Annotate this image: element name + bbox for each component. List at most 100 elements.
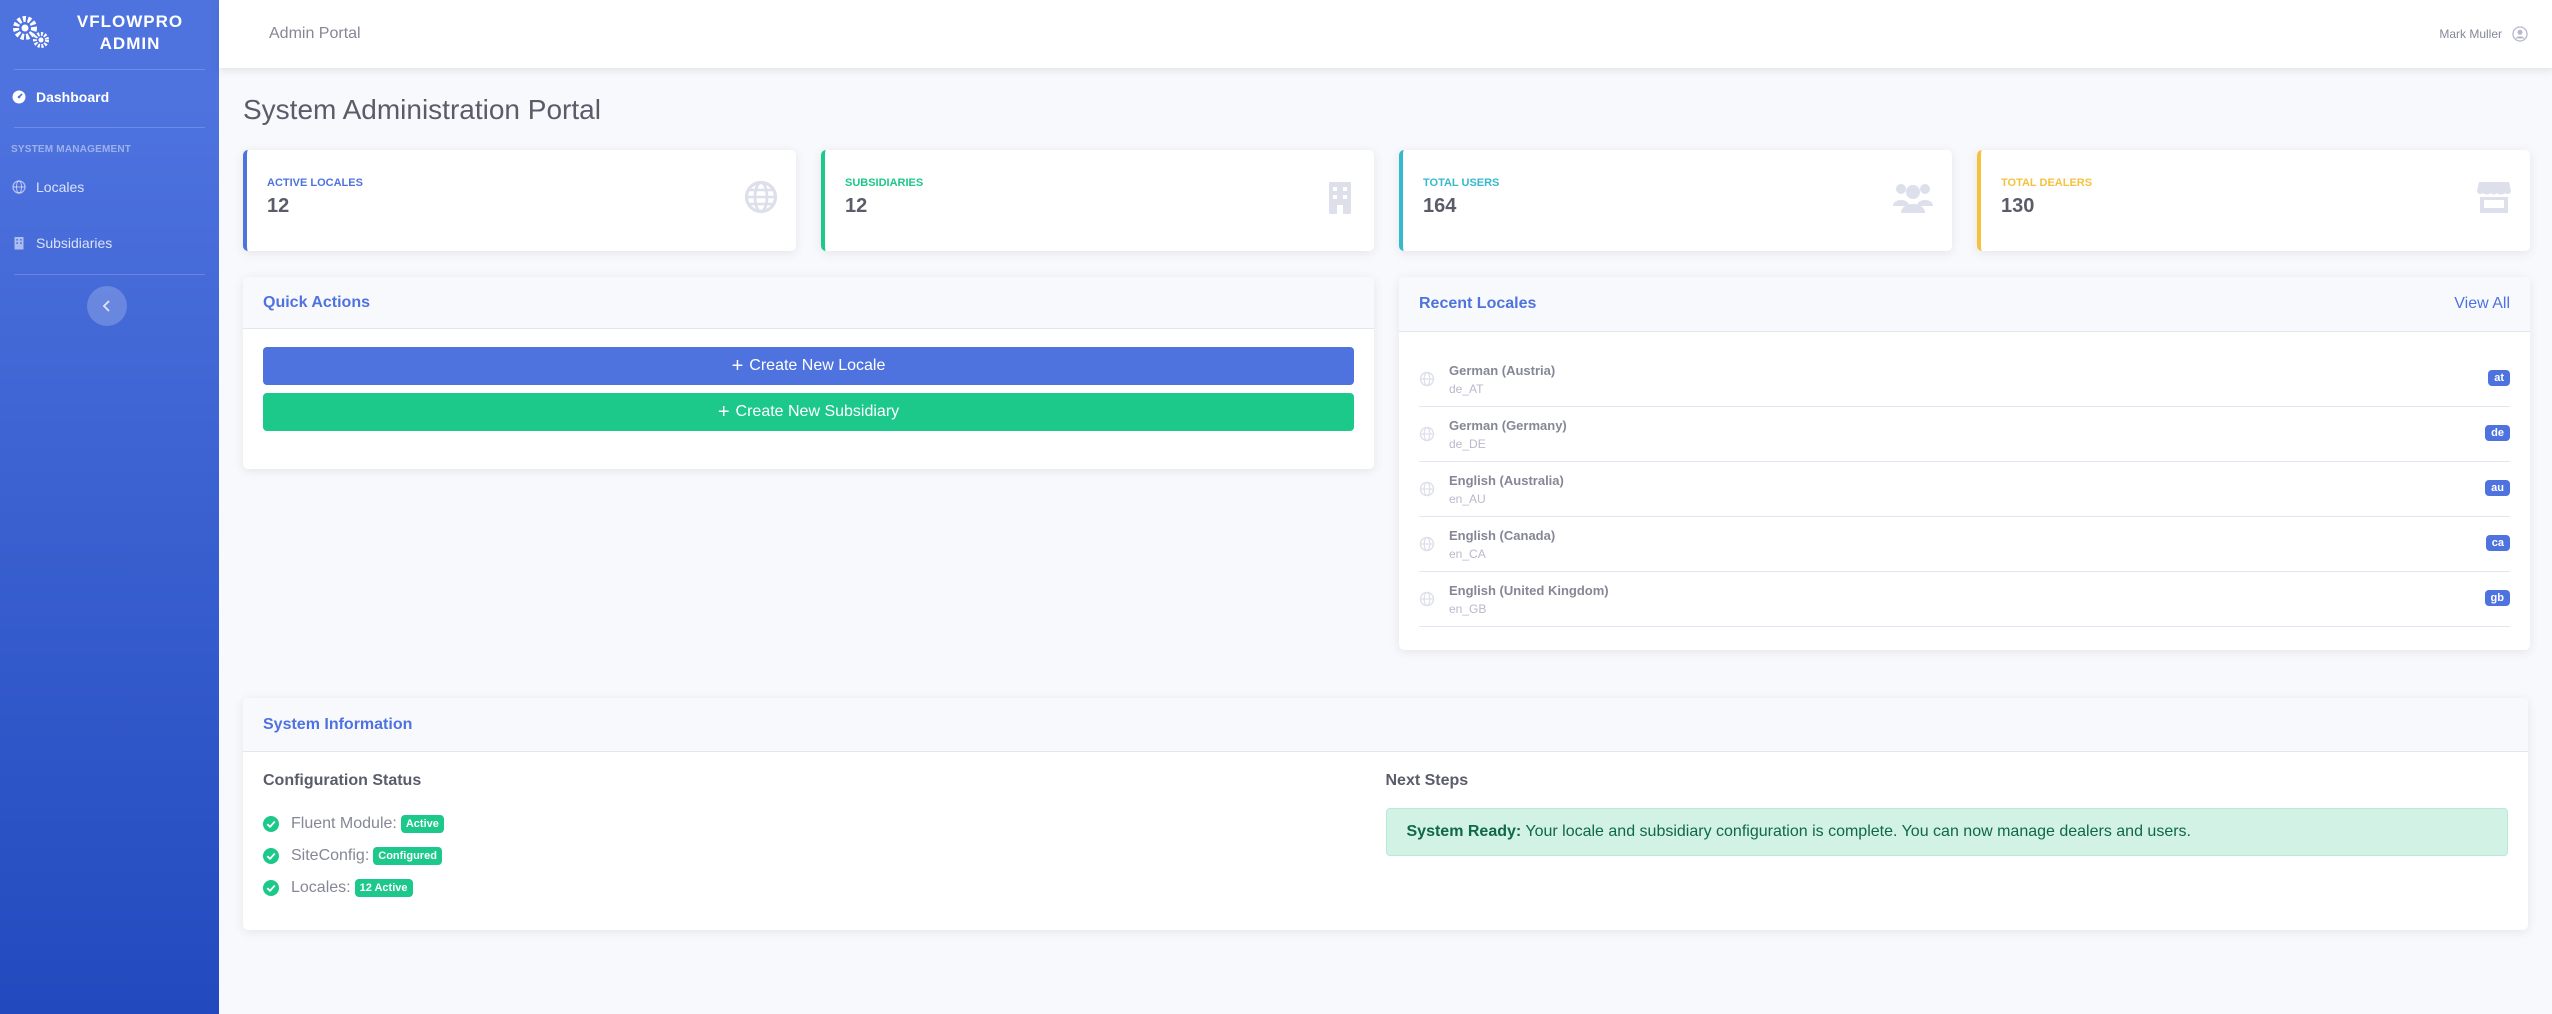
locale-badge: at: [2488, 370, 2510, 386]
topbar-title: Admin Portal: [269, 25, 361, 42]
stat-label: Total Users: [1423, 177, 1500, 189]
stat-value: 12: [845, 195, 868, 217]
stat-value: 164: [1423, 195, 1457, 217]
globe-icon: [1419, 591, 1435, 607]
stats-row: Active Locales 12 Subsidiaries 12: [243, 150, 2530, 251]
recent-locales-card: Recent Locales View All German (Austria): [1399, 277, 2530, 650]
status-badge: Active: [400, 815, 444, 833]
status-item: Locales: 12 Active: [263, 872, 1386, 904]
sidebar-toggle-button[interactable]: [87, 286, 127, 326]
stat-card-total-dealers: Total Dealers 130: [1977, 150, 2530, 251]
stat-label: Total Dealers: [2001, 177, 2093, 189]
dashboard-icon: [12, 90, 26, 104]
stat-card-subsidiaries: Subsidiaries 12: [821, 150, 1374, 251]
check-circle-icon: [263, 816, 279, 832]
locale-badge: de: [2485, 425, 2510, 441]
status-label: SiteConfig:: [291, 847, 370, 864]
content: System Administration Portal Active Loca…: [219, 94, 2552, 930]
next-steps: Next Steps System Ready: Your locale and…: [1385, 772, 2508, 904]
user-avatar-icon: [2512, 26, 2528, 42]
status-item: Fluent Module: Active: [263, 808, 1386, 840]
plus-icon: +: [717, 401, 730, 423]
locale-name: English (Canada): [1449, 527, 1556, 543]
card-header: Quick Actions: [243, 277, 1374, 329]
locale-code: en_GB: [1449, 601, 1487, 616]
globe-icon: [744, 180, 778, 219]
building-icon: [1322, 180, 1356, 219]
sidebar-item-label: Dashboard: [36, 89, 110, 105]
list-item[interactable]: German (Germany) de_DE de: [1419, 407, 2510, 462]
list-item[interactable]: English (United Kingdom) en_GB gb: [1419, 572, 2510, 627]
status-badge: 12 Active: [354, 879, 413, 897]
status-item: SiteConfig: Configured: [263, 840, 1386, 872]
locale-name: English (United Kingdom): [1449, 582, 1609, 598]
locale-badge: gb: [2484, 590, 2510, 606]
alert-strong: System Ready:: [1406, 823, 1522, 840]
stat-label: Subsidiaries: [845, 177, 924, 189]
globe-icon: [1419, 481, 1435, 497]
brand[interactable]: VFLOWPRO ADMIN: [0, 0, 219, 66]
create-locale-button[interactable]: + Create New Locale: [263, 347, 1354, 385]
view-all-link[interactable]: View All: [2454, 295, 2510, 313]
create-subsidiary-button[interactable]: + Create New Subsidiary: [263, 393, 1354, 431]
globe-icon: [1419, 371, 1435, 387]
sidebar-item-dashboard[interactable]: Dashboard: [0, 70, 219, 124]
brand-name: VFLOWPRO ADMIN: [76, 12, 184, 53]
locale-badge: ca: [2485, 535, 2510, 551]
status-badge: Configured: [373, 847, 442, 865]
list-item[interactable]: German (Austria) de_AT at: [1419, 352, 2510, 407]
stat-card-active-locales: Active Locales 12: [243, 150, 796, 251]
quick-actions-body: + Create New Locale + Create New Subsidi…: [243, 329, 1374, 449]
globe-icon: [1419, 426, 1435, 442]
building-icon: [14, 237, 24, 250]
quick-actions-card: Quick Actions + Create New Locale + Crea…: [243, 277, 1374, 469]
sidebar: VFLOWPRO ADMIN Dashboard SYSTEM MANAGEME…: [0, 0, 219, 1014]
sidebar-item-locales[interactable]: Locales: [0, 159, 219, 215]
app-root: VFLOWPRO ADMIN Dashboard SYSTEM MANAGEME…: [0, 0, 2552, 1014]
user-menu[interactable]: Mark Muller: [2439, 26, 2528, 42]
locale-code: en_CA: [1449, 546, 1486, 561]
topbar: Admin Portal Mark Muller: [219, 0, 2552, 68]
check-circle-icon: [263, 848, 279, 864]
button-label: Create New Subsidiary: [735, 403, 900, 420]
store-icon: [2476, 180, 2512, 219]
locale-list: German (Austria) de_AT at German (German…: [1399, 332, 2530, 627]
section-title: Next Steps: [1385, 772, 1469, 789]
stat-value: 130: [2001, 195, 2035, 217]
locale-code: de_AT: [1449, 381, 1484, 396]
locale-name: English (Australia): [1449, 472, 1564, 488]
system-ready-alert: System Ready: Your locale and subsidiary…: [1385, 808, 2508, 856]
system-information-body: Configuration Status Fluent Module: Acti…: [243, 752, 2528, 924]
gears-icon: [10, 13, 54, 53]
stat-value: 12: [267, 195, 290, 217]
card-title: Recent Locales: [1419, 295, 1537, 312]
sidebar-divider: [14, 274, 205, 275]
page-title: System Administration Portal: [243, 94, 601, 125]
locale-badge: au: [2485, 480, 2510, 496]
status-label: Fluent Module:: [291, 815, 397, 832]
status-label: Locales:: [291, 879, 351, 896]
locale-code: de_DE: [1449, 436, 1486, 451]
plus-icon: +: [731, 355, 744, 377]
sidebar-item-subsidiaries[interactable]: Subsidiaries: [0, 215, 219, 271]
check-circle-icon: [263, 880, 279, 896]
locale-name: German (Germany): [1449, 417, 1567, 433]
configuration-status: Configuration Status Fluent Module: Acti…: [263, 772, 1386, 904]
sidebar-divider: [14, 127, 205, 128]
stat-card-total-users: Total Users 164: [1399, 150, 1952, 251]
globe-icon: [1419, 536, 1435, 552]
chevron-left-icon: [102, 300, 110, 312]
globe-icon: [12, 180, 26, 194]
sidebar-item-label: Subsidiaries: [36, 235, 113, 251]
list-item[interactable]: English (Canada) en_CA ca: [1419, 517, 2510, 572]
card-title: System Information: [263, 715, 413, 733]
user-name: Mark Muller: [2439, 27, 2502, 41]
alert-text: Your locale and subsidiary configuration…: [1521, 823, 2191, 840]
sidebar-item-label: Locales: [36, 179, 85, 195]
main-area: Admin Portal Mark Muller System Administ…: [219, 0, 2552, 1014]
card-title: Quick Actions: [263, 293, 370, 311]
list-item[interactable]: English (Australia) en_AU au: [1419, 462, 2510, 517]
card-header: System Information: [243, 698, 2528, 752]
locale-code: en_AU: [1449, 491, 1486, 506]
sidebar-section-heading: SYSTEM MANAGEMENT: [11, 144, 132, 155]
